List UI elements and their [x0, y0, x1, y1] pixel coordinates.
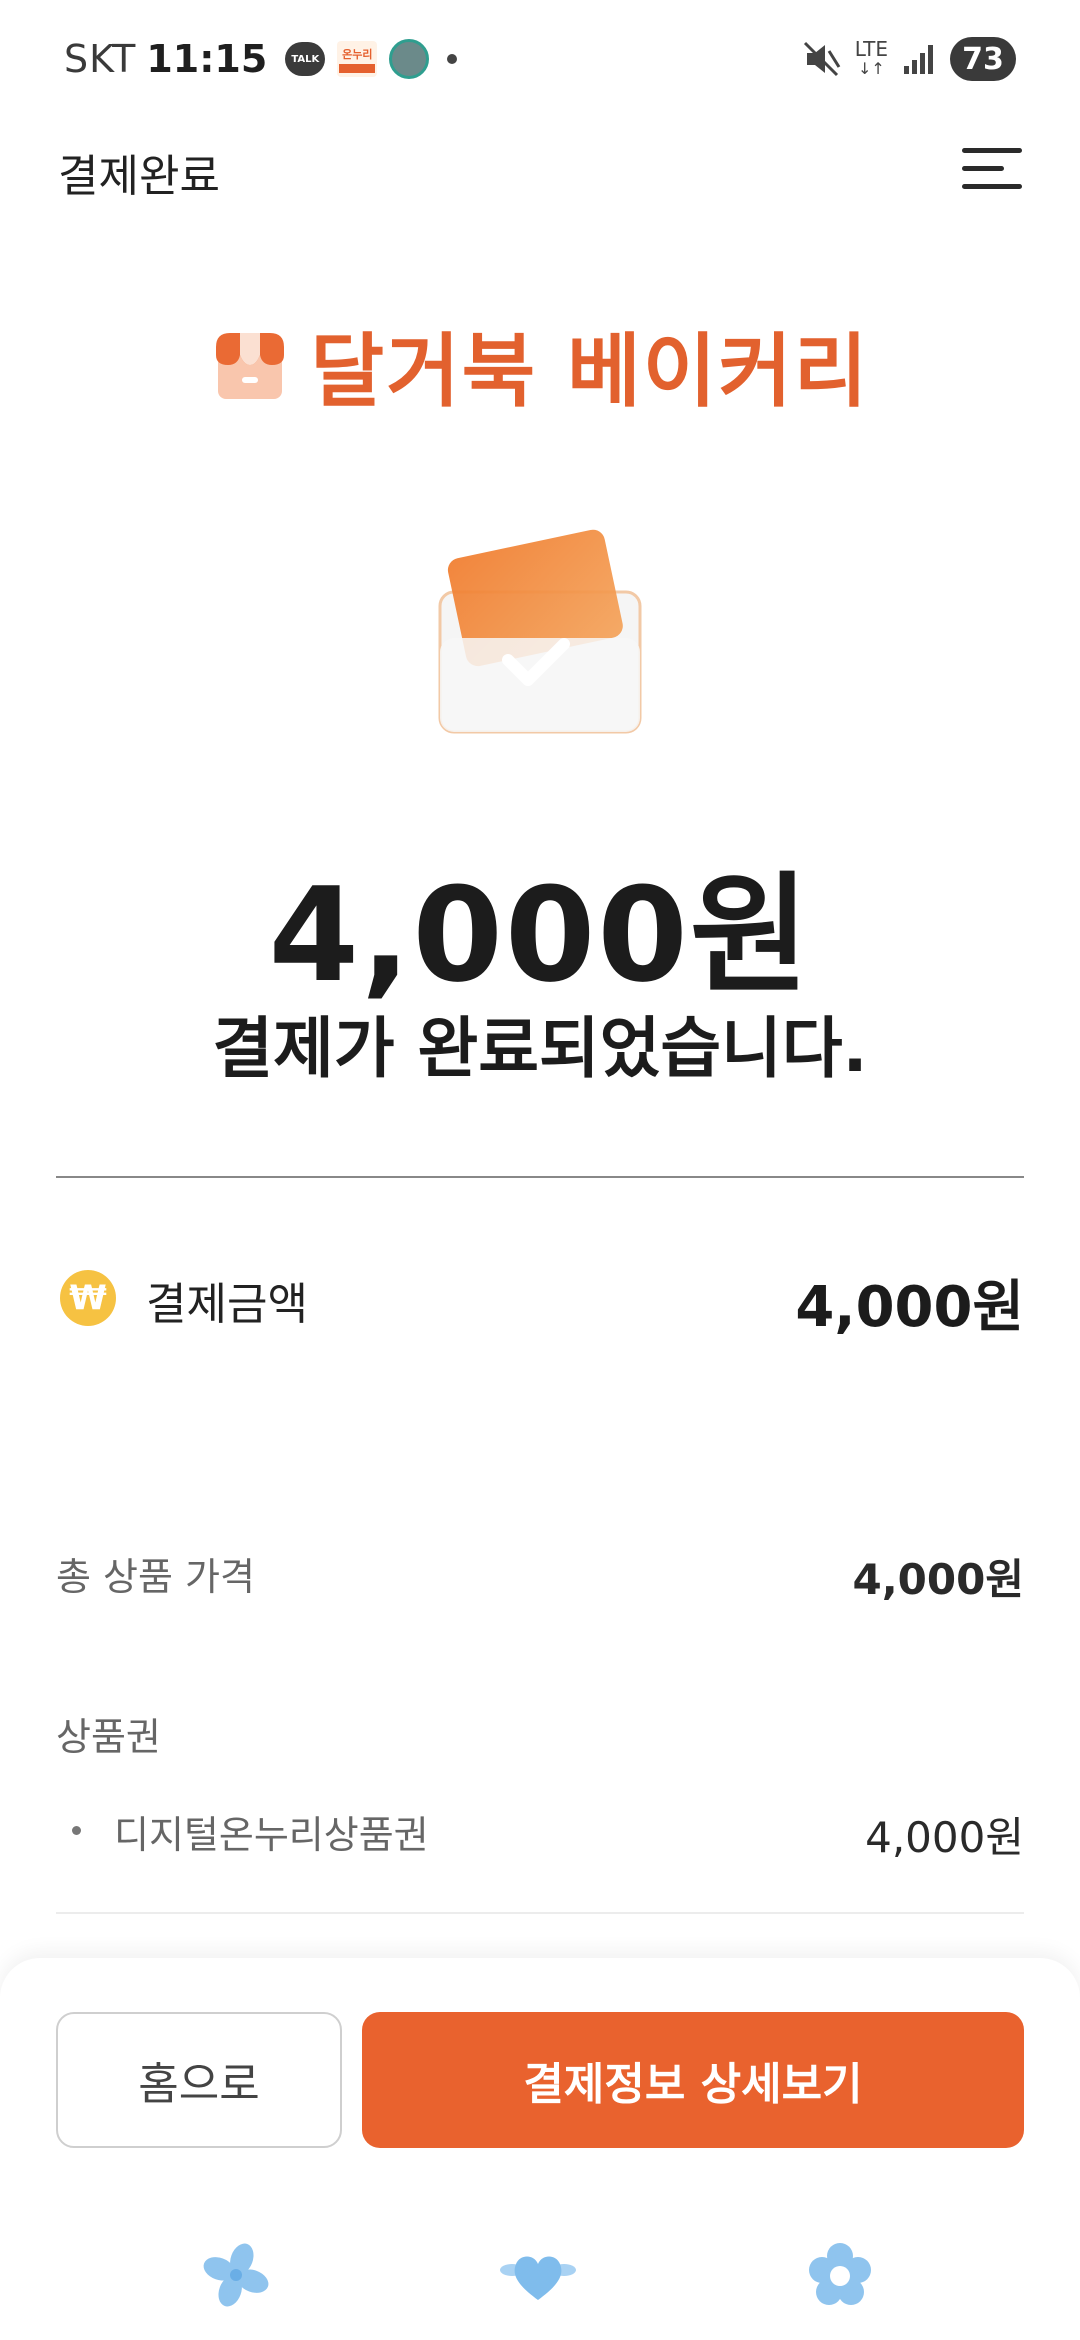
- bullet-icon: [72, 1826, 81, 1835]
- paid-amount-row: ₩ 결제금액 4,000원: [56, 1262, 1024, 1340]
- more-notifications-dot-icon: [447, 54, 458, 64]
- list-divider: [56, 1912, 1024, 1914]
- voucher-item-row: 디지털온누리상품권 4,000원: [56, 1804, 1024, 1864]
- payment-card-illustration: [438, 529, 642, 734]
- clock-time: 11:15: [146, 37, 268, 81]
- carrier-label: SKT: [64, 37, 137, 81]
- won-icon: ₩: [60, 1270, 116, 1326]
- pinwheel-nav-icon[interactable]: [196, 2240, 276, 2310]
- mute-icon: [803, 41, 841, 77]
- signal-strength-icon: [904, 45, 933, 74]
- status-bar: SKT 11:15 TALK 온누리 LTE ↓↑ 73: [0, 0, 1080, 118]
- total-price-label: 총 상품 가격: [56, 1555, 255, 1599]
- network-type: LTE ↓↑: [854, 37, 888, 78]
- total-price-value: 4,000원: [852, 1555, 1025, 1604]
- store-header: 달거북 베이커리: [0, 310, 1080, 420]
- store-icon: [216, 333, 285, 399]
- payment-complete-screen: SKT 11:15 TALK 온누리 LTE ↓↑ 73 결제완료 달거북 베이…: [0, 0, 1080, 2340]
- network-type-label: LTE: [854, 37, 888, 61]
- top-app-bar: 결제완료: [0, 118, 1080, 218]
- battery-indicator: 73: [950, 37, 1016, 81]
- flower-nav-icon[interactable]: [800, 2240, 880, 2310]
- app-notification-icon: [389, 39, 430, 79]
- store-name: 달거북 베이커리: [310, 325, 870, 418]
- page-title: 결제완료: [58, 151, 220, 202]
- onnuri-notification-icon: 온누리: [337, 41, 378, 77]
- payment-detail-button[interactable]: 결제정보 상세보기: [362, 2012, 1024, 2148]
- section-divider: [56, 1176, 1024, 1178]
- voucher-section-header: 상품권: [56, 1706, 1024, 1766]
- voucher-item-value: 4,000원: [865, 1813, 1024, 1862]
- hamburger-menu-icon[interactable]: [962, 146, 1022, 192]
- voucher-section-label: 상품권: [56, 1715, 161, 1759]
- home-button[interactable]: 홈으로: [56, 2012, 342, 2148]
- kakao-talk-notification-icon: TALK: [285, 42, 326, 76]
- heart-nav-icon[interactable]: [498, 2240, 578, 2310]
- onnuri-badge-text: 온누리: [342, 47, 373, 61]
- total-price-row: 총 상품 가격 4,000원: [56, 1546, 1024, 1606]
- paid-amount-label: 결제금액: [146, 1279, 308, 1330]
- system-navigation-bar: [0, 2220, 1080, 2330]
- payment-complete-message: 결제가 완료되었습니다.: [212, 1010, 868, 1087]
- payment-amount: 4,000원: [268, 859, 812, 1011]
- paid-amount-value: 4,000원: [795, 1275, 1024, 1340]
- voucher-item-label: 디지털온누리상품권: [114, 1813, 429, 1857]
